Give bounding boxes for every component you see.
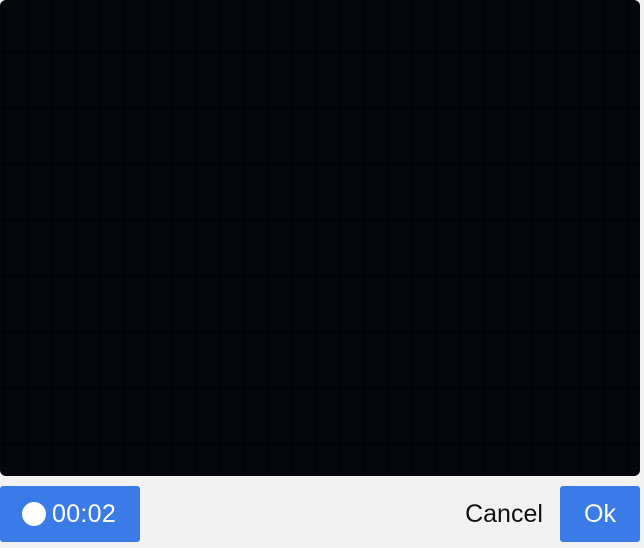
recording-timer: 00:02 — [52, 499, 117, 528]
record-dot-icon — [22, 502, 46, 526]
video-recorder-dialog: 00:02 Cancel Ok — [0, 0, 644, 548]
control-bar: 00:02 Cancel Ok — [0, 486, 640, 542]
record-button[interactable]: 00:02 — [0, 486, 140, 542]
camera-preview — [0, 0, 640, 476]
ok-button[interactable]: Ok — [560, 486, 640, 542]
cancel-button[interactable]: Cancel — [452, 486, 556, 542]
